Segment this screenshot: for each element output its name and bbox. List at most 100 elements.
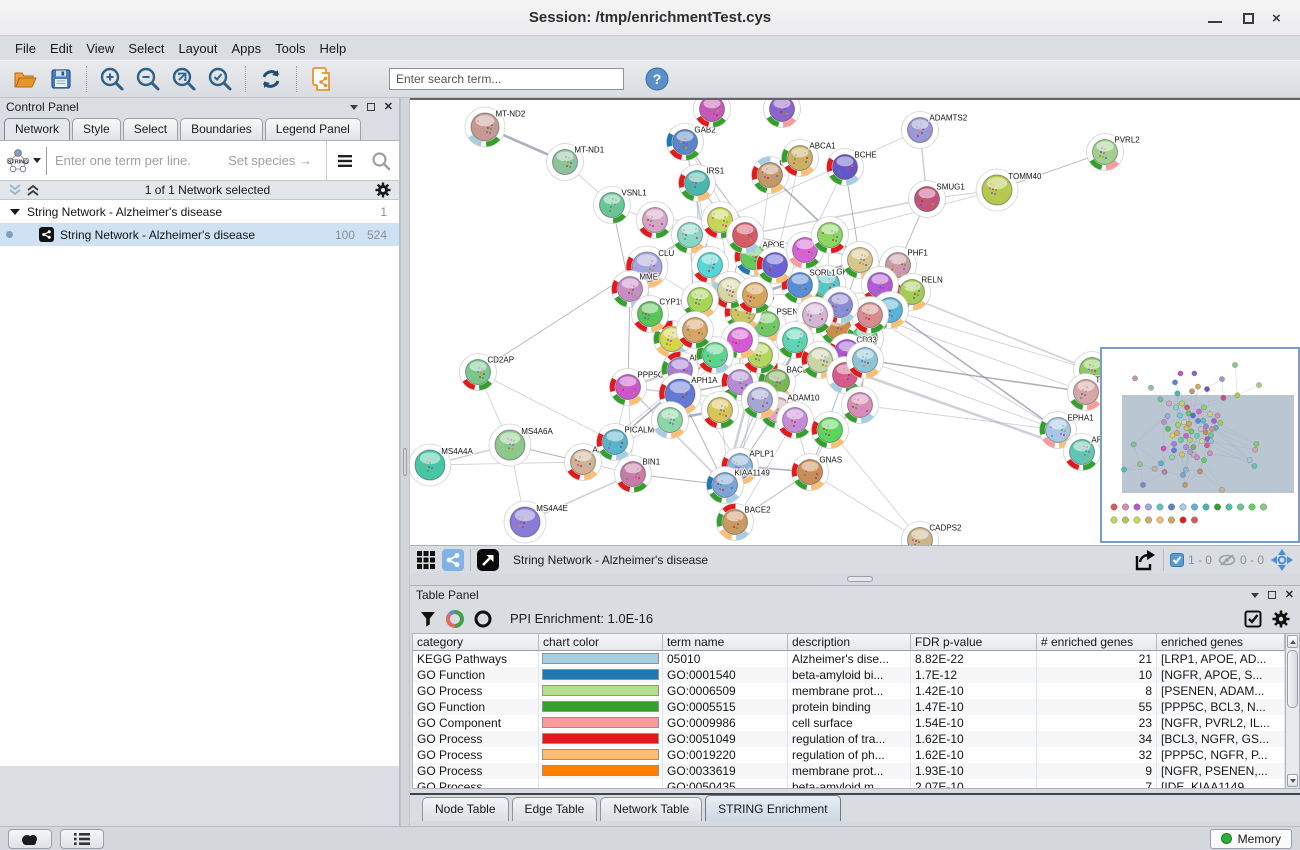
collapse-all-icon[interactable] [8, 183, 22, 197]
menu-item-select[interactable]: Select [121, 38, 171, 59]
species-hint[interactable]: Set species → [228, 153, 326, 168]
export-network-icon[interactable] [1133, 548, 1157, 572]
tab-network-table[interactable]: Network Table [600, 797, 702, 821]
panel-splitter[interactable] [400, 98, 410, 826]
selected-checkbox-icon[interactable] [1170, 553, 1184, 567]
pie-chart-icon[interactable] [446, 610, 464, 628]
network-node[interactable]: BIN1 [615, 456, 661, 493]
network-collection-row[interactable]: String Network - Alzheimer's disease 1 [0, 200, 399, 223]
network-row-selected[interactable]: String Network - Alzheimer's disease 100… [0, 223, 399, 246]
panel-close-icon[interactable]: ✕ [1285, 591, 1294, 599]
network-node[interactable]: PVRL2 [1087, 134, 1141, 171]
network-node[interactable]: PICALM [597, 424, 655, 461]
panel-menu-icon[interactable] [350, 105, 358, 110]
cloud-tasks-button[interactable] [8, 829, 52, 849]
network-node[interactable] [637, 202, 674, 239]
help-button[interactable]: ? [642, 64, 672, 94]
network-node[interactable]: TOMM40 [976, 169, 1042, 211]
donut-ring-icon[interactable] [474, 610, 492, 628]
panel-float-icon[interactable] [1268, 591, 1276, 599]
open-in-new-icon[interactable] [477, 549, 499, 571]
column-header-enrichedgenes[interactable]: enriched genes [1157, 634, 1285, 651]
scroll-down-button[interactable] [1287, 774, 1298, 787]
zoom-fit-button[interactable] [169, 64, 199, 94]
birds-eye-overview[interactable] [1100, 347, 1300, 543]
network-node[interactable] [842, 387, 879, 424]
string-options-button[interactable] [327, 141, 363, 180]
column-header-FDRp-value[interactable]: FDR p-value [911, 634, 1037, 651]
table-scrollbar[interactable] [1285, 633, 1300, 789]
enrichment-row[interactable]: KEGG Pathways05010Alzheimer's dise...8.8… [413, 651, 1285, 667]
tab-node-table[interactable]: Node Table [422, 797, 509, 821]
network-node[interactable] [812, 412, 849, 449]
network-node[interactable]: BACE2 [717, 504, 772, 541]
menu-item-layout[interactable]: Layout [171, 38, 224, 59]
network-node[interactable] [742, 382, 779, 419]
network-node[interactable] [702, 392, 739, 429]
share-network-icon[interactable] [442, 549, 464, 571]
expand-all-icon[interactable] [26, 183, 40, 197]
zoom-out-button[interactable] [133, 64, 163, 94]
menu-item-help[interactable]: Help [313, 38, 354, 59]
tab-select[interactable]: Select [123, 118, 178, 140]
refresh-button[interactable] [256, 64, 286, 94]
filter-icon[interactable] [420, 611, 436, 627]
enrichment-row[interactable]: GO ProcessGO:0019220regulation of ph...1… [413, 747, 1285, 763]
minimize-icon[interactable] [1208, 13, 1222, 25]
network-node[interactable] [727, 217, 764, 254]
network-node[interactable]: KIAA1149 [707, 467, 771, 504]
network-node[interactable]: IRS1 [679, 165, 725, 202]
network-node[interactable] [777, 402, 814, 439]
menu-item-apps[interactable]: Apps [225, 38, 269, 59]
network-node[interactable]: CADPS2 [902, 522, 962, 546]
term-input[interactable] [47, 153, 228, 168]
tab-boundaries[interactable]: Boundaries [180, 118, 263, 140]
gear-icon[interactable] [375, 182, 391, 198]
splitter-handle[interactable] [403, 448, 407, 476]
enrichment-row[interactable]: GO ComponentGO:0009986cell surface1.54E-… [413, 715, 1285, 731]
menu-item-file[interactable]: File [8, 38, 43, 59]
enrichment-row[interactable]: GO ProcessGO:0006509membrane prot...1.42… [413, 683, 1285, 699]
enrichment-row[interactable]: GO ProcessGO:0050435beta-amyloid m...2.0… [413, 779, 1285, 789]
network-node[interactable] [652, 402, 689, 439]
open-session-button[interactable] [10, 64, 40, 94]
zoom-in-button[interactable] [97, 64, 127, 94]
network-node[interactable]: SMUG1 [909, 181, 966, 218]
memory-button[interactable]: Memory [1210, 829, 1292, 849]
select-columns-icon[interactable] [1244, 610, 1262, 628]
network-node[interactable] [677, 312, 714, 349]
task-history-button[interactable] [60, 829, 104, 849]
column-header-description[interactable]: description [788, 634, 911, 651]
network-node[interactable] [812, 217, 849, 254]
network-node[interactable]: ADAMTS2 [902, 112, 968, 149]
import-network-button[interactable] [307, 64, 337, 94]
column-header-termname[interactable]: term name [663, 634, 788, 651]
network-node[interactable] [694, 100, 731, 128]
enrichment-row[interactable]: GO ProcessGO:0051049regulation of tra...… [413, 731, 1285, 747]
network-node[interactable]: MS4A4E [504, 501, 568, 543]
column-header-category[interactable]: category [413, 634, 539, 651]
column-header-enrichedgenes[interactable]: # enriched genes [1037, 634, 1157, 651]
network-node[interactable] [847, 342, 884, 379]
network-node[interactable]: MS4A4A [410, 444, 473, 486]
enrichment-row[interactable]: GO FunctionGO:0001540beta-amyloid bi...1… [413, 667, 1285, 683]
network-node[interactable] [764, 100, 801, 128]
string-search-button[interactable] [363, 141, 399, 180]
network-canvas[interactable]: MT-ND2MT-ND1VSNL1GAB2IRS1CHATABCA1BCHEAD… [410, 98, 1300, 545]
maximize-icon[interactable] [1243, 13, 1254, 24]
network-node[interactable]: PPP5C [610, 369, 664, 406]
network-node[interactable]: GAB2 [667, 124, 717, 161]
save-session-button[interactable] [46, 64, 76, 94]
network-node[interactable]: MT-ND1 [547, 144, 605, 181]
eye-hidden-icon[interactable] [1218, 553, 1236, 567]
enrichment-row[interactable]: GO ProcessGO:0033619membrane prot...1.93… [413, 763, 1285, 779]
menu-item-edit[interactable]: Edit [43, 38, 79, 59]
enrichment-row[interactable]: GO FunctionGO:0005515protein binding1.47… [413, 699, 1285, 715]
panel-close-icon[interactable]: ✕ [384, 103, 393, 111]
panel-menu-icon[interactable] [1251, 593, 1259, 598]
enrichment-table[interactable]: categorychart colorterm namedescriptionF… [412, 633, 1286, 789]
gear-icon[interactable] [1272, 610, 1290, 628]
menu-item-view[interactable]: View [79, 38, 121, 59]
column-header-chartcolor[interactable]: chart color [539, 634, 663, 651]
string-protein-query-button[interactable]: STRING [0, 141, 46, 180]
